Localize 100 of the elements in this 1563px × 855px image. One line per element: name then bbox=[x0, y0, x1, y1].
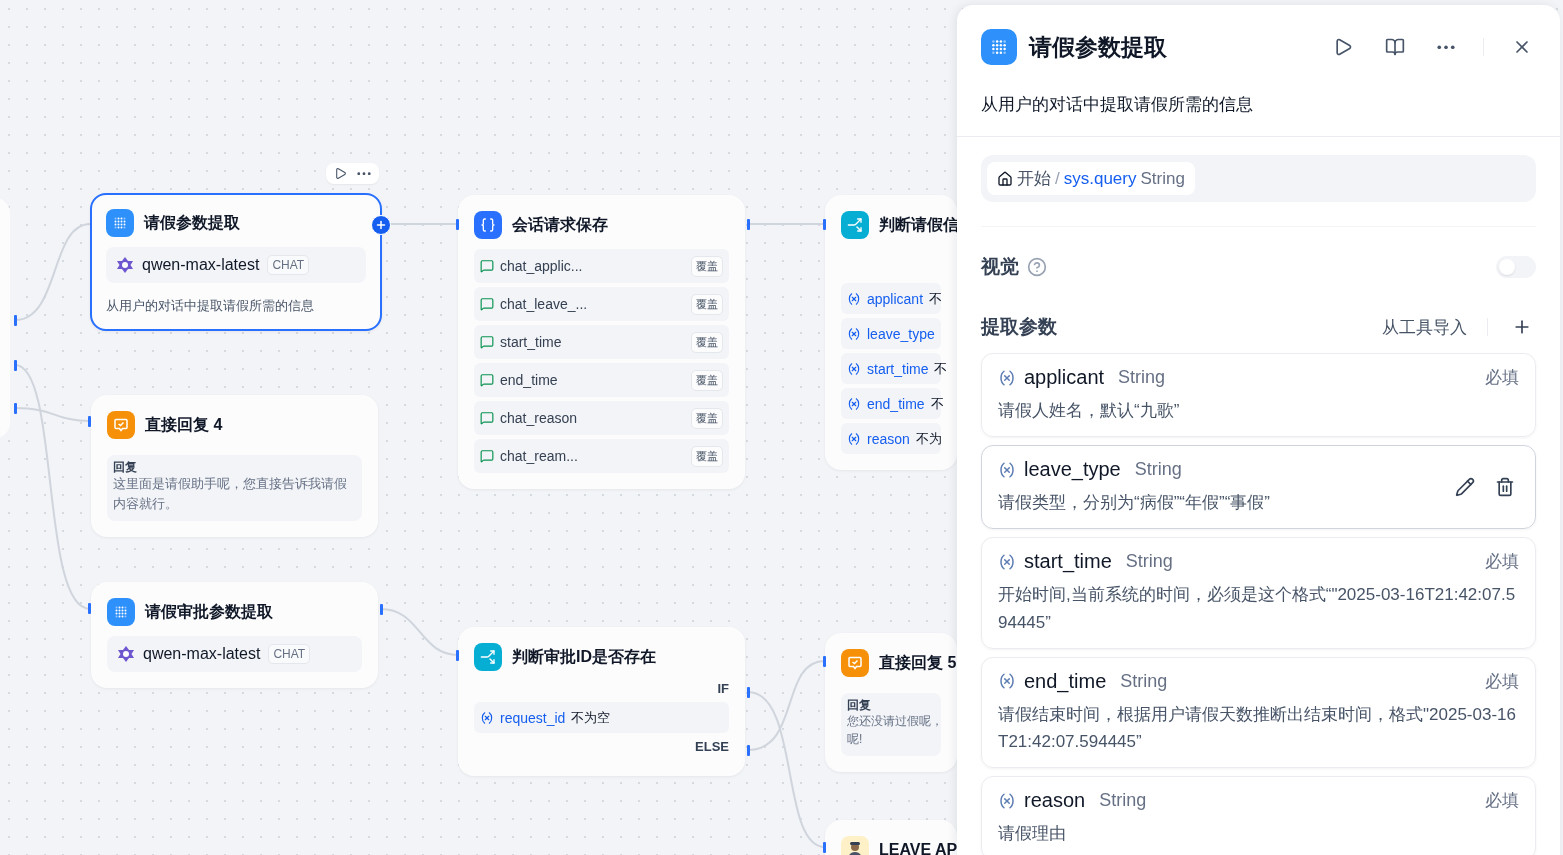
action-tag: 覆盖 bbox=[691, 331, 723, 353]
port-handle[interactable] bbox=[14, 403, 17, 414]
action-tag: 覆盖 bbox=[691, 255, 723, 277]
action-tag: 覆盖 bbox=[691, 445, 723, 467]
port-handle[interactable] bbox=[747, 687, 750, 698]
variable-name: chat_applic... bbox=[500, 258, 584, 274]
node-title: LEAVE AP bbox=[879, 841, 958, 855]
variable-name: end_time bbox=[500, 372, 559, 388]
add-node-button[interactable] bbox=[371, 215, 391, 235]
model-logo-icon bbox=[117, 645, 135, 663]
message-check-icon bbox=[847, 655, 863, 671]
llm-icon bbox=[989, 37, 1009, 57]
chat-variable-icon bbox=[480, 449, 494, 463]
port-handle[interactable] bbox=[747, 745, 750, 756]
condition-variable: request_id bbox=[500, 709, 566, 726]
path-separator: / bbox=[1055, 168, 1060, 189]
node-title: 直接回复 4 bbox=[145, 414, 223, 435]
reply-label: 回复 bbox=[113, 461, 138, 475]
action-tag: 覆盖 bbox=[691, 407, 723, 429]
panel-description: 从用户的对话中提取请假所需的信息 bbox=[981, 94, 1254, 116]
condition-operator: 不为 bbox=[915, 429, 942, 448]
parameter-card[interactable]: applicant String 必填 请假人姓名，默认“九歌” bbox=[981, 353, 1536, 438]
parameter-description: 请假结束时间，根据用户请假天数推断出结束时间，格式"2025-03-16T21:42:07.594445” bbox=[998, 703, 1517, 753]
condition-operator: 不 bbox=[929, 289, 943, 308]
run-icon[interactable] bbox=[334, 167, 347, 180]
section-title: 提取参数 bbox=[981, 315, 1057, 339]
required-tag: 必填 bbox=[1485, 789, 1519, 813]
variable-name: chat_reason bbox=[500, 410, 579, 426]
help-icon[interactable] bbox=[1027, 257, 1047, 277]
port-handle[interactable] bbox=[747, 219, 750, 230]
action-tag: 覆盖 bbox=[691, 293, 723, 315]
variable-icon bbox=[847, 431, 861, 446]
plus-icon bbox=[375, 219, 387, 231]
parameter-card[interactable]: end_time String 必填 请假结束时间，根据用户请假天数推断出结束时间，格式"2025-03-16T21:42:07.594445” bbox=[981, 656, 1536, 769]
parameter-card[interactable]: start_time String 必填 开始时间,当前系统的时间，必须是这个格式“"2025-03-16T21:42:07.594445” bbox=[981, 537, 1536, 649]
parameter-description: 请假理由 bbox=[998, 823, 1067, 846]
variable-icon bbox=[847, 396, 861, 411]
vision-toggle[interactable] bbox=[1496, 256, 1536, 278]
node-title: 请假审批参数提取 bbox=[145, 601, 273, 622]
variable-name: chat_ream... bbox=[500, 448, 579, 464]
node-title: 判断审批ID是否存在 bbox=[512, 646, 656, 667]
mode-badge: CHAT bbox=[268, 644, 311, 664]
pencil-icon bbox=[1455, 477, 1475, 498]
node-description: 从用户的对话中提取请假所需的信息 bbox=[106, 297, 315, 315]
port-handle[interactable] bbox=[14, 315, 17, 326]
section-title: 视觉 bbox=[981, 255, 1019, 279]
import-from-tool-button[interactable]: 从工具导入 bbox=[1382, 315, 1467, 339]
port-handle[interactable] bbox=[88, 603, 91, 614]
reply-text: 您还没请过假呢， bbox=[847, 713, 943, 731]
port-handle[interactable] bbox=[14, 360, 17, 371]
port-handle[interactable] bbox=[456, 219, 459, 230]
parameter-type: String bbox=[1134, 459, 1182, 481]
workflow-node[interactable]: 直接回复 5 回复 您还没请过假呢， 呢! bbox=[825, 633, 957, 773]
more-icon[interactable] bbox=[357, 171, 371, 176]
node-title: 会话请求保存 bbox=[512, 214, 608, 235]
workflow-node[interactable]: 判断审批ID是否存在 IF request_id 不为空 ELSE bbox=[458, 627, 745, 776]
model-logo-icon bbox=[116, 256, 134, 274]
node-title: 直接回复 5 bbox=[879, 652, 957, 673]
source-node-label: 开始 bbox=[1017, 168, 1051, 190]
variable-name: sys.query bbox=[1063, 168, 1137, 189]
workflow-node[interactable]: 请假审批参数提取 qwen-max-latest CHAT bbox=[91, 582, 378, 688]
condition-variable: leave_type bbox=[867, 325, 935, 342]
input-variable-field[interactable]: 开始 / sys.query String bbox=[981, 155, 1536, 202]
variable-icon bbox=[847, 326, 861, 341]
more-icon bbox=[1437, 44, 1455, 50]
condition-operator: 不为空 bbox=[571, 708, 611, 727]
model-selector[interactable]: qwen-max-latest CHAT bbox=[107, 636, 362, 672]
parameter-type: String bbox=[1125, 551, 1173, 573]
port-handle[interactable] bbox=[380, 604, 383, 615]
node-title: 请假参数提取 bbox=[144, 212, 240, 233]
workflow-node[interactable]: 请假参数提取 qwen-max-latest CHAT 从用户的对话中提取请假所需的信息 bbox=[90, 193, 382, 331]
workflow-node[interactable]: 直接回复 4 回复 这里面是请假助手呢，您直接告诉我请假内容就行。 bbox=[91, 395, 378, 538]
condition-operator: 不 bbox=[934, 359, 948, 378]
condition-variable: reason bbox=[867, 430, 910, 447]
port-handle[interactable] bbox=[88, 416, 91, 427]
port-handle[interactable] bbox=[823, 219, 826, 230]
variable-icon bbox=[998, 368, 1016, 387]
variable-icon bbox=[998, 672, 1016, 691]
trash-icon bbox=[1495, 477, 1515, 498]
model-selector[interactable]: qwen-max-latest CHAT bbox=[106, 247, 366, 283]
port-handle[interactable] bbox=[823, 656, 826, 667]
parameter-card[interactable]: leave_type String 请假类型，分别为“病假”“年假”“事假” bbox=[981, 445, 1536, 530]
variable-icon bbox=[998, 791, 1016, 810]
variable-name: start_time bbox=[500, 334, 563, 350]
port-handle[interactable] bbox=[823, 842, 826, 853]
chat-variable-icon bbox=[480, 259, 494, 273]
llm-icon bbox=[113, 604, 129, 620]
condition-variable: end_time bbox=[867, 395, 925, 412]
workflow-node[interactable]: 会话请求保存 chat_applic... 覆盖 chat_leave_... 覆盖 start_time 覆盖 end_time 覆盖 chat_reason 覆盖 chat_ream... 覆盖 bbox=[458, 195, 745, 489]
panel-title: 请假参数提取 bbox=[1029, 32, 1168, 62]
port-handle[interactable] bbox=[456, 650, 459, 661]
variable-type: String bbox=[1140, 168, 1185, 189]
condition-variable: applicant bbox=[867, 290, 924, 307]
mode-badge: CHAT bbox=[267, 255, 310, 275]
home-icon bbox=[997, 170, 1013, 187]
braces-icon bbox=[480, 217, 496, 233]
variable-icon bbox=[998, 552, 1016, 571]
branch-label: ELSE bbox=[694, 739, 729, 754]
workflow-node[interactable]: LEAVE AP bbox=[825, 820, 957, 855]
chat-variable-icon bbox=[480, 335, 494, 349]
